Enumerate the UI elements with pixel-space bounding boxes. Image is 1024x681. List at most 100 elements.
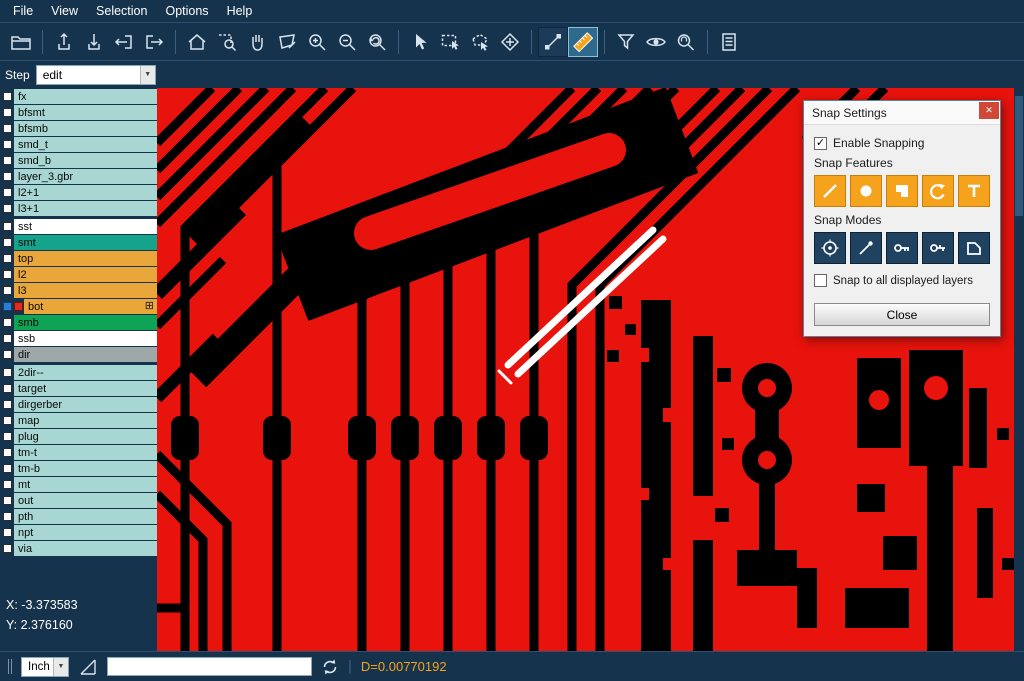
layer-name-label[interactable]: smt [14,235,157,250]
layer-name-label[interactable]: bfsmb [14,121,157,136]
layer-name-label[interactable]: ssb [14,331,157,346]
layer-visibility-checkbox[interactable] [3,480,12,489]
layer-row-sst[interactable]: sst [0,219,157,234]
draw-polygon-button[interactable] [272,27,302,57]
layer-visibility-checkbox[interactable] [3,238,12,247]
layer-visibility-checkbox[interactable] [3,464,12,473]
layer-name-label[interactable]: npt [14,525,157,540]
layer-visibility-checkbox[interactable] [3,350,12,359]
layer-visibility-checkbox[interactable] [3,512,12,521]
layer-name-label[interactable]: smd_b [14,153,157,168]
snap-mode-key-horizontal-button[interactable] [886,232,918,264]
zoom-in-button[interactable] [302,27,332,57]
layer-row-via[interactable]: via [0,541,157,556]
layer-row-top[interactable]: top [0,251,157,266]
layer-name-label[interactable]: l2+1 [14,185,157,200]
inspect-button[interactable] [671,27,701,57]
export-up-button[interactable] [49,27,79,57]
layer-row-smt[interactable]: smt [0,235,157,250]
snap-mode-key-vertical-button[interactable] [922,232,954,264]
layer-visibility-checkbox[interactable] [3,124,12,133]
pan-button[interactable] [242,27,272,57]
layer-name-label[interactable]: l3 [14,283,157,298]
layer-name-label[interactable]: pth [14,509,157,524]
layer-row-layer_3.gbr[interactable]: layer_3.gbr [0,169,157,184]
menu-options[interactable]: Options [156,0,217,22]
layer-visibility-checkbox[interactable] [3,204,12,213]
zoom-out-button[interactable] [332,27,362,57]
layer-row-mt[interactable]: mt [0,477,157,492]
layer-visibility-checkbox[interactable] [3,92,12,101]
snap-dialog-titlebar[interactable]: Snap Settings [804,101,1000,125]
layer-row-2dir--[interactable]: 2dir-- [0,365,157,380]
line-tool-button[interactable] [538,27,568,57]
layer-name-label[interactable]: plug [14,429,157,444]
export-right-button[interactable] [139,27,169,57]
layer-row-npt[interactable]: npt [0,525,157,540]
statusbar-grip[interactable] [8,659,12,674]
menu-help[interactable]: Help [218,0,262,22]
layer-visibility-checkbox[interactable] [3,302,12,311]
snap-feature-pad-button[interactable] [850,175,882,207]
layer-row-l3+1[interactable]: l3+1 [0,201,157,216]
layer-row-tm-b[interactable]: tm-b [0,461,157,476]
menu-view[interactable]: View [42,0,87,22]
layer-name-label[interactable]: via [14,541,157,556]
unit-select[interactable]: Inch ▼ [21,657,69,677]
layer-name-label[interactable]: 2dir-- [14,365,157,380]
layer-name-label[interactable]: map [14,413,157,428]
layer-row-l2[interactable]: l2 [0,267,157,282]
layer-visibility-checkbox[interactable] [3,222,12,231]
view-options-button[interactable] [641,27,671,57]
snap-feature-line-button[interactable] [814,175,846,207]
layer-visibility-checkbox[interactable] [3,286,12,295]
snap-feature-surface-button[interactable] [886,175,918,207]
angle-tool-icon[interactable] [78,657,98,677]
layer-row-ssb[interactable]: ssb [0,331,157,346]
menu-selection[interactable]: Selection [87,0,156,22]
enable-snapping-checkbox[interactable]: ✓ [814,137,827,150]
import-down-button[interactable] [79,27,109,57]
snap-close-button[interactable]: Close [814,303,990,326]
layer-row-bot[interactable]: bot⊞ [0,299,157,314]
layer-name-label[interactable]: smb [14,315,157,330]
layer-row-map[interactable]: map [0,413,157,428]
layer-visibility-checkbox[interactable] [3,368,12,377]
layer-visibility-checkbox[interactable] [3,496,12,505]
layer-visibility-checkbox[interactable] [3,544,12,553]
layer-name-label[interactable]: out [14,493,157,508]
layer-row-out[interactable]: out [0,493,157,508]
snap-feature-arc-button[interactable] [922,175,954,207]
select-button[interactable] [405,27,435,57]
scrollbar-thumb[interactable] [1015,96,1023,216]
close-icon[interactable]: ✕ [979,102,999,119]
snap-feature-text-button[interactable] [958,175,990,207]
command-input[interactable] [107,657,312,676]
layer-visibility-checkbox[interactable] [3,140,12,149]
select-rectangle-button[interactable] [435,27,465,57]
layer-row-l3[interactable]: l3 [0,283,157,298]
snap-mode-point-button[interactable] [850,232,882,264]
layer-name-label[interactable]: l3+1 [14,201,157,216]
layer-name-label[interactable]: l2 [14,267,157,282]
layer-visibility-checkbox[interactable] [3,528,12,537]
layer-row-fx[interactable]: fx [0,89,157,104]
step-select[interactable]: edit ▼ [36,65,156,85]
layer-name-label[interactable]: tm-t [14,445,157,460]
vertical-scrollbar[interactable] [1014,88,1024,651]
snap-all-layers-checkbox[interactable] [814,274,827,287]
layer-name-label[interactable]: sst [14,219,157,234]
layer-name-label[interactable]: dir [14,347,157,362]
layer-name-label[interactable]: tm-b [14,461,157,476]
open-button[interactable] [6,27,36,57]
layer-row-target[interactable]: target [0,381,157,396]
layer-name-label[interactable]: mt [14,477,157,492]
layer-visibility-checkbox[interactable] [3,108,12,117]
zoom-window-button[interactable] [212,27,242,57]
layer-row-plug[interactable]: plug [0,429,157,444]
layer-visibility-checkbox[interactable] [3,156,12,165]
layer-visibility-checkbox[interactable] [3,254,12,263]
layer-visibility-checkbox[interactable] [3,318,12,327]
layer-name-label[interactable]: top [14,251,157,266]
snap-mode-profile-button[interactable] [958,232,990,264]
